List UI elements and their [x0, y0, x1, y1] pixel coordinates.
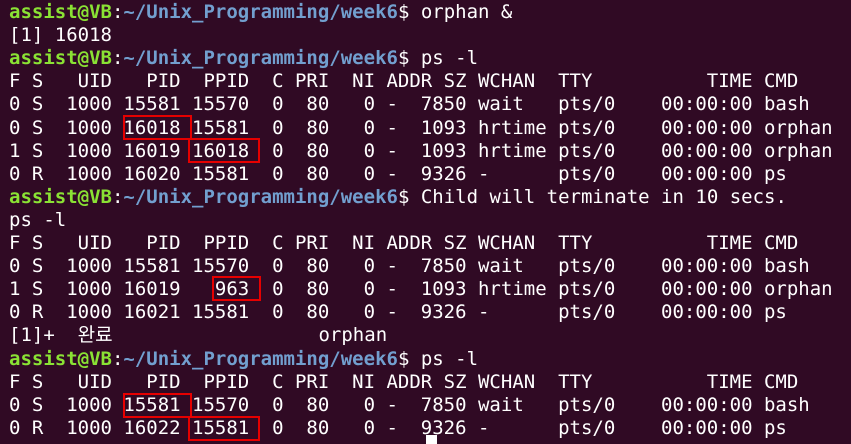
prompt-user-host: assist@VB — [9, 1, 112, 23]
prompt-line: assist@VB:~/Unix_Programming/week6$ ps -… — [9, 47, 478, 70]
output-line: [1] 16018 — [9, 24, 112, 47]
output-line: 0 S 1000 15581 15570 0 80 0 - 7850 wait … — [9, 93, 810, 116]
prompt-separator: : — [111, 185, 124, 208]
terminal-cursor — [426, 435, 437, 444]
output-line: 1 S 1000 16019 16018 0 80 0 - 1093 hrtim… — [9, 139, 833, 162]
output-line: F S UID PID PPID C PRI NI ADDR SZ WCHAN … — [9, 232, 799, 254]
output-line: F S UID PID PPID C PRI NI ADDR SZ WCHAN … — [9, 370, 799, 393]
highlight-pid-16018 — [123, 115, 192, 140]
prompt-user-host: assist@VB — [9, 347, 112, 370]
highlight-ppid-16018 — [188, 138, 260, 163]
command-text: Child will terminate in 10 secs. — [420, 185, 787, 208]
prompt-user-host: assist@VB — [9, 47, 112, 70]
prompt-symbol: $ — [397, 185, 421, 208]
command-text: orphan & — [420, 1, 513, 23]
prompt-path: ~/Unix_Programming/week6 — [123, 185, 398, 208]
output-line: F S UID PID PPID C PRI NI ADDR SZ WCHAN … — [9, 70, 799, 93]
prompt-symbol: $ — [397, 47, 421, 70]
prompt-path: ~/Unix_Programming/week6 — [123, 1, 398, 23]
output-line: 1 S 1000 16019 963 0 80 0 - 1093 hrtime … — [9, 278, 833, 301]
terminal-window[interactable]: assist@VB:~/Unix_Programming/week6$ orph… — [0, 0, 851, 444]
prompt-line: assist@VB:~/Unix_Programming/week6$ ps -… — [9, 348, 478, 371]
prompt-line: assist@VB:~/Unix_Programming/week6$ orph… — [9, 1, 512, 24]
output-line: [1]+ 완료 orphan — [9, 324, 388, 347]
prompt-user-host: assist@VB — [9, 185, 112, 208]
prompt-line: assist@VB:~/Unix_Programming/week6$ Chil… — [9, 186, 787, 209]
output-line: 0 R 1000 16022 15581 0 80 0 - 9326 - pts… — [9, 416, 787, 439]
output-line: ps -l — [9, 208, 67, 231]
prompt-symbol: $ — [397, 347, 421, 370]
prompt-separator: : — [111, 347, 124, 370]
output-line: 0 R 1000 16020 15581 0 80 0 - 9326 - pts… — [9, 162, 787, 185]
prompt-separator: : — [111, 47, 124, 70]
command-text: ps -l — [420, 347, 479, 370]
prompt-path: ~/Unix_Programming/week6 — [123, 47, 398, 70]
prompt-symbol: $ — [397, 1, 421, 23]
highlight-ppid-15581 — [188, 416, 260, 441]
highlight-ppid-963 — [212, 276, 261, 301]
prompt-separator: : — [111, 1, 124, 23]
output-line: 0 R 1000 16021 15581 0 80 0 - 9326 - pts… — [9, 301, 787, 324]
output-line: 0 S 1000 15581 15570 0 80 0 - 7850 wait … — [9, 255, 810, 278]
command-text: ps -l — [420, 47, 479, 70]
highlight-pid-15581 — [123, 393, 192, 418]
prompt-path: ~/Unix_Programming/week6 — [123, 347, 398, 370]
